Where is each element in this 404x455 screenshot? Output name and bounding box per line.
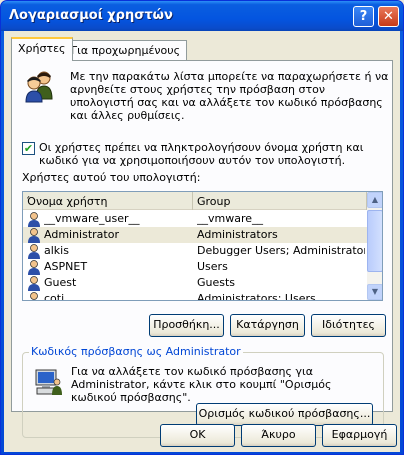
table-row[interactable]: Guest Guests	[23, 275, 367, 291]
column-header-group[interactable]: Group	[193, 192, 367, 210]
remove-user-button[interactable]: Κατάργηση	[230, 314, 305, 337]
user-icon	[28, 276, 40, 291]
user-icon	[28, 228, 40, 243]
user-icon	[28, 244, 40, 259]
scrollbar-thumb[interactable]	[367, 210, 382, 272]
table-row[interactable]: alkis Debugger Users; Administrators	[23, 243, 367, 259]
ok-button[interactable]: OK	[160, 424, 235, 447]
dialog-window: Λογαριασμοί χρηστών ? ✕ Χρήστες Για προχ…	[0, 0, 404, 455]
scroll-down-arrow-icon[interactable]: ▼	[367, 284, 382, 300]
tab-advanced[interactable]: Για προχωρημένους	[64, 40, 188, 60]
add-user-button[interactable]: Προσθήκη...	[149, 314, 224, 337]
window-title: Λογαριασμοί χρηστών	[9, 8, 173, 23]
user-name-cell: coti	[44, 292, 65, 301]
password-group-text: Για να αλλάξετε τον κωδικό πρόσβασης για…	[71, 365, 332, 404]
scroll-up-arrow-icon[interactable]: ▲	[367, 192, 382, 208]
user-name-cell: Administrator	[44, 228, 119, 241]
column-header-username[interactable]: Όνομα χρήστη	[23, 192, 193, 210]
user-group-cell: Administrators	[197, 228, 278, 241]
title-bar[interactable]: Λογαριασμοί χρηστών ? ✕	[1, 1, 403, 31]
table-row[interactable]: __vmware_user__ __vmware__	[23, 211, 367, 227]
user-group-cell: Debugger Users; Administrators	[197, 244, 365, 257]
user-name-cell: Guest	[44, 276, 77, 289]
listview-header: Όνομα χρήστη Group	[23, 192, 367, 210]
user-name-cell: __vmware_user__	[44, 212, 140, 225]
dialog-client-area: Χρήστες Για προχωρημένους Με την παρακάτ…	[4, 31, 400, 452]
set-password-button[interactable]: Ορισμός κωδικού πρόσβασης...	[196, 403, 373, 426]
intro-text: Με την παρακάτω λίστα μπορείτε να παραχω…	[70, 70, 389, 122]
user-group-cell: Administrators; Users	[197, 292, 316, 301]
table-row[interactable]: ASPNET Users	[23, 259, 367, 275]
computer-user-icon	[35, 369, 62, 395]
properties-button[interactable]: Ιδιότητες	[311, 314, 386, 337]
user-icon	[28, 212, 40, 227]
user-group-cell: __vmware__	[197, 212, 264, 225]
cancel-button[interactable]: Άκυρο	[241, 424, 316, 447]
apply-button[interactable]: Εφαρμογή	[322, 424, 397, 447]
listview-vertical-scrollbar[interactable]: ▲ ▼	[367, 192, 382, 300]
users-icon	[25, 71, 53, 103]
password-group-title: Κωδικός πρόσβασης ως Administrator	[29, 345, 243, 358]
user-icon	[30, 292, 38, 300]
user-name-cell: alkis	[44, 244, 69, 257]
users-list-label: Χρήστες αυτού του υπολογιστή:	[22, 171, 201, 184]
table-row-selected[interactable]: Administrator Administrators	[23, 227, 367, 243]
close-button[interactable]: ✕	[378, 6, 399, 27]
users-listview[interactable]: Όνομα χρήστη Group __vmware_user__ __vmw…	[22, 191, 383, 301]
user-group-cell: Guests	[197, 276, 236, 289]
user-name-cell: ASPNET	[44, 260, 88, 273]
user-icon	[28, 260, 40, 275]
require-login-checkbox[interactable]: ✔	[22, 142, 35, 155]
users-tab-panel: Με την παρακάτω λίστα μπορείτε να παραχω…	[11, 60, 394, 438]
tab-users[interactable]: Χρήστες	[11, 37, 73, 61]
user-group-cell: Users	[197, 260, 228, 273]
table-row[interactable]: coti Administrators; Users	[23, 291, 367, 301]
require-login-label[interactable]: Οι χρήστες πρέπει να πληκτρολογήσουν όνο…	[39, 141, 394, 167]
help-button[interactable]: ?	[353, 6, 374, 27]
